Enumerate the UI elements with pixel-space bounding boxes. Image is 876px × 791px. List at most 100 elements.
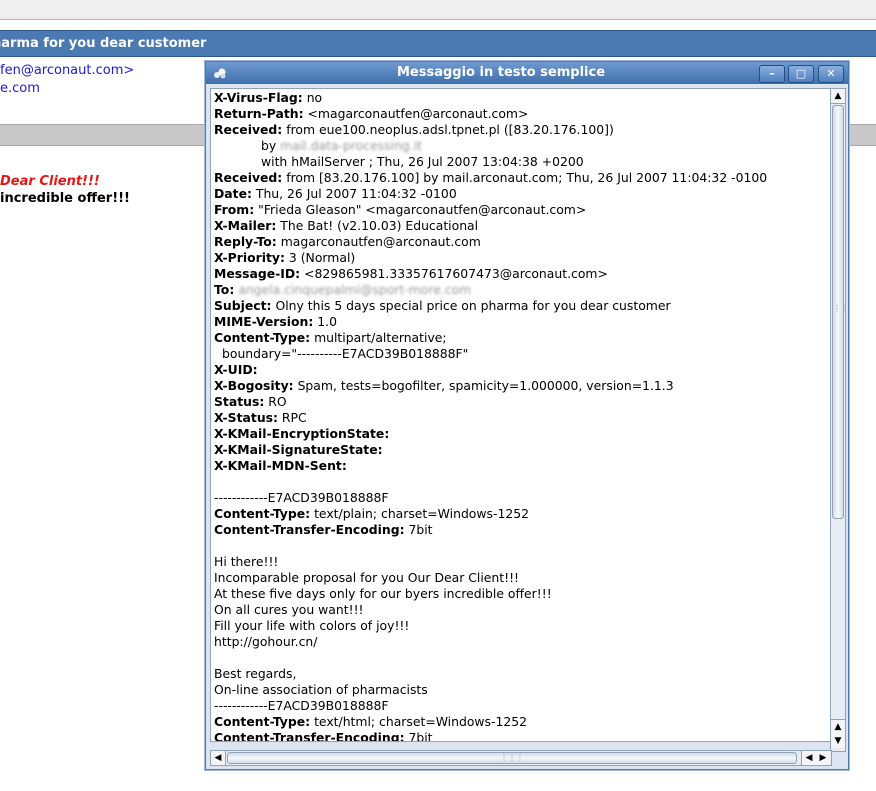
message-to-address[interactable]: e.com	[0, 81, 40, 96]
scroll-up-arrow-icon[interactable]: ▲	[831, 89, 845, 104]
message-line: Content-Transfer-Encoding: 7bit	[214, 522, 826, 538]
header-field-value: Spam, tests=bogofilter, spamicity=1.0000…	[297, 378, 674, 393]
header-field-value: Thu, 26 Jul 2007 11:04:32 -0100	[255, 186, 457, 201]
message-line: Content-Type: multipart/alternative;	[214, 330, 826, 346]
header-field-value: 3 (Normal)	[288, 250, 356, 265]
header-field-name: MIME-Version:	[214, 314, 314, 329]
message-body-red-text: Dear Client!!!	[0, 174, 100, 189]
header-field-name: Received:	[214, 122, 283, 137]
close-button[interactable]: ✕	[818, 65, 844, 83]
message-subject-bar: harma for you dear customer	[0, 30, 876, 57]
message-line: X-KMail-MDN-Sent:	[214, 458, 826, 474]
header-field-value: Best regards,	[214, 666, 297, 681]
minimize-button[interactable]: –	[759, 65, 785, 83]
thumb-grip-icon: ⋮⋮⋮	[500, 753, 524, 762]
header-field-name: From:	[214, 202, 255, 217]
message-from-address[interactable]: fen@arconaut.com>	[0, 63, 134, 78]
header-field-name: Content-Type:	[214, 330, 311, 345]
message-line: MIME-Version: 1.0	[214, 314, 826, 330]
message-line: Incomparable proposal for you Our Dear C…	[214, 570, 826, 586]
header-field-name: Content-Transfer-Encoding:	[214, 730, 405, 742]
vertical-scrollbar[interactable]: ▲ ⋮⋮ ▲ ▼	[830, 88, 849, 752]
header-field-name: Received:	[214, 170, 283, 185]
message-line: Received: from [83.20.176.100] by mail.a…	[214, 170, 826, 186]
header-field-name: Reply-To:	[214, 234, 277, 249]
horizontal-scroll-thumb[interactable]: ⋮⋮⋮	[227, 752, 797, 764]
message-subject: harma for you dear customer	[0, 36, 207, 51]
scroll-up-arrow-icon[interactable]: ▲	[831, 719, 845, 735]
message-line	[214, 650, 826, 666]
header-field-value: multipart/alternative;	[314, 330, 447, 345]
header-field-value: Incomparable proposal for you Our Dear C…	[214, 570, 520, 585]
scroll-left-arrow-icon[interactable]: ◀	[211, 751, 226, 765]
thumb-grip-icon: ⋮⋮	[833, 304, 849, 313]
header-field-value: Olny this 5 days special price on pharma…	[275, 298, 671, 313]
maximize-button[interactable]: □	[788, 65, 814, 83]
message-line: X-KMail-EncryptionState:	[214, 426, 826, 442]
message-line: Return-Path: <magarconautfen@arconaut.co…	[214, 106, 826, 122]
header-field-value: <magarconautfen@arconaut.com>	[307, 106, 529, 121]
scroll-left-arrow-icon[interactable]: ◀	[801, 751, 816, 765]
header-field-value: by	[261, 138, 277, 153]
header-field-name: X-UID:	[214, 362, 258, 377]
header-field-value: Fill your life with colors of joy!!!	[214, 618, 410, 633]
header-field-value: http://gohour.cn/	[214, 634, 318, 649]
header-field-name: Message-ID:	[214, 266, 301, 281]
message-line: From: "Frieda Gleason" <magarconautfen@a…	[214, 202, 826, 218]
message-line: Message-ID: <829865981.33357617607473@ar…	[214, 266, 826, 282]
header-field-name: To:	[214, 282, 235, 297]
message-line: Status: RO	[214, 394, 826, 410]
header-field-value: no	[306, 90, 323, 105]
background-toolbar	[0, 0, 876, 20]
header-field-value: Hi there!!!	[214, 554, 279, 569]
message-line: X-Status: RPC	[214, 410, 826, 426]
scroll-down-arrow-icon[interactable]: ▼	[831, 734, 845, 748]
header-field-value: "Frieda Gleason" <magarconautfen@arconau…	[258, 202, 587, 217]
message-body-bold-text: incredible offer!!!	[0, 191, 130, 206]
header-field-name: X-Status:	[214, 410, 278, 425]
header-field-value: 7bit	[408, 730, 433, 742]
header-field-value: RO	[268, 394, 287, 409]
header-field-value: magarconautfen@arconaut.com	[280, 234, 481, 249]
header-field-name: Content-Type:	[214, 506, 311, 521]
message-line: by mail.data-processing.it	[214, 138, 826, 154]
header-field-name: X-KMail-EncryptionState:	[214, 426, 390, 441]
message-line: boundary="----------E7ACD39B018888F"	[214, 346, 826, 362]
header-field-name: Status:	[214, 394, 265, 409]
header-field-value: text/plain; charset=Windows-1252	[314, 506, 529, 521]
dialog-titlebar[interactable]: Messaggio in testo semplice – □ ✕	[206, 62, 848, 84]
message-line: Content-Type: text/plain; charset=Window…	[214, 506, 826, 522]
header-field-value: boundary="----------E7ACD39B018888F"	[222, 346, 469, 361]
header-field-name: X-KMail-MDN-Sent:	[214, 458, 347, 473]
header-field-name: Date:	[214, 186, 252, 201]
message-line: On all cures you want!!!	[214, 602, 826, 618]
message-line: ------------E7ACD39B018888F	[214, 490, 826, 506]
header-field-value: <829865981.33357617607473@arconaut.com>	[304, 266, 608, 281]
message-line: http://gohour.cn/	[214, 634, 826, 650]
message-source-text-area[interactable]: X-Virus-Flag: no Return-Path: <magarconau…	[210, 88, 834, 742]
message-line: X-Bogosity: Spam, tests=bogofilter, spam…	[214, 378, 826, 394]
dialog-title: Messaggio in testo semplice	[396, 65, 606, 80]
header-field-name: Content-Transfer-Encoding:	[214, 522, 405, 537]
message-line: X-Mailer: The Bat! (v2.10.03) Educationa…	[214, 218, 826, 234]
header-field-value: 1.0	[317, 314, 337, 329]
message-line: X-KMail-SignatureState:	[214, 442, 826, 458]
plain-text-message-dialog: Messaggio in testo semplice – □ ✕ X-Viru…	[205, 61, 849, 770]
header-field-value: with hMailServer ; Thu, 26 Jul 2007 13:0…	[261, 154, 584, 169]
message-line: ------------E7ACD39B018888F	[214, 698, 826, 714]
message-line: To: angela.cinquepalmi@sport-more.com	[214, 282, 826, 298]
message-line: with hMailServer ; Thu, 26 Jul 2007 13:0…	[214, 154, 826, 170]
message-line: Date: Thu, 26 Jul 2007 11:04:32 -0100	[214, 186, 826, 202]
header-field-name: X-Bogosity:	[214, 378, 294, 393]
message-line: Content-Type: text/html; charset=Windows…	[214, 714, 826, 730]
header-field-value: text/html; charset=Windows-1252	[314, 714, 528, 729]
message-line: X-Virus-Flag: no	[214, 90, 826, 106]
header-field-value: The Bat! (v2.10.03) Educational	[280, 218, 479, 233]
header-field-value: from [83.20.176.100] by mail.arconaut.co…	[286, 170, 768, 185]
message-line: Fill your life with colors of joy!!!	[214, 618, 826, 634]
horizontal-scrollbar[interactable]: ◀ ⋮⋮⋮ ◀ ▶	[210, 750, 832, 766]
header-field-value: RPC	[281, 410, 307, 425]
message-line: Content-Transfer-Encoding: 7bit	[214, 730, 826, 742]
scroll-right-arrow-icon[interactable]: ▶	[816, 751, 830, 765]
vertical-scroll-thumb[interactable]: ⋮⋮	[832, 105, 849, 519]
